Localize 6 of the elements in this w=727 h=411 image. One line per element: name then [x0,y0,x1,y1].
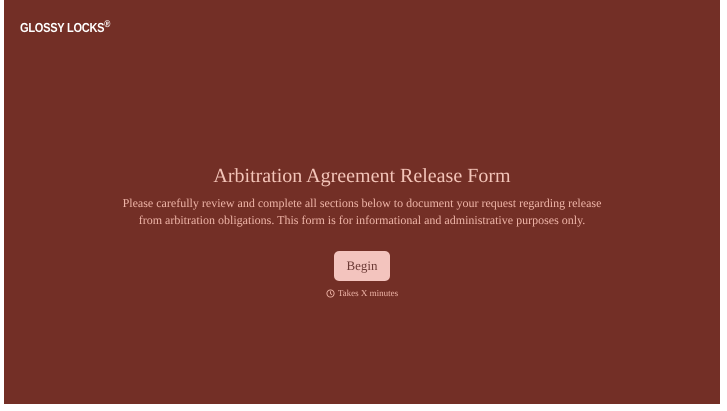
duration-text: Takes X minutes [338,286,398,300]
begin-button[interactable]: Begin [334,251,390,280]
clock-icon [326,288,335,298]
form-title: Arbitration Agreement Release Form [213,164,511,189]
form-description: Please carefully review and complete all sections below to document your request regarding release from arbitration obligations. This form is for informational and administrative purposes only. [122,195,602,229]
brand-logo: GLOSSY LOCKS$^{®}$ [20,18,110,37]
